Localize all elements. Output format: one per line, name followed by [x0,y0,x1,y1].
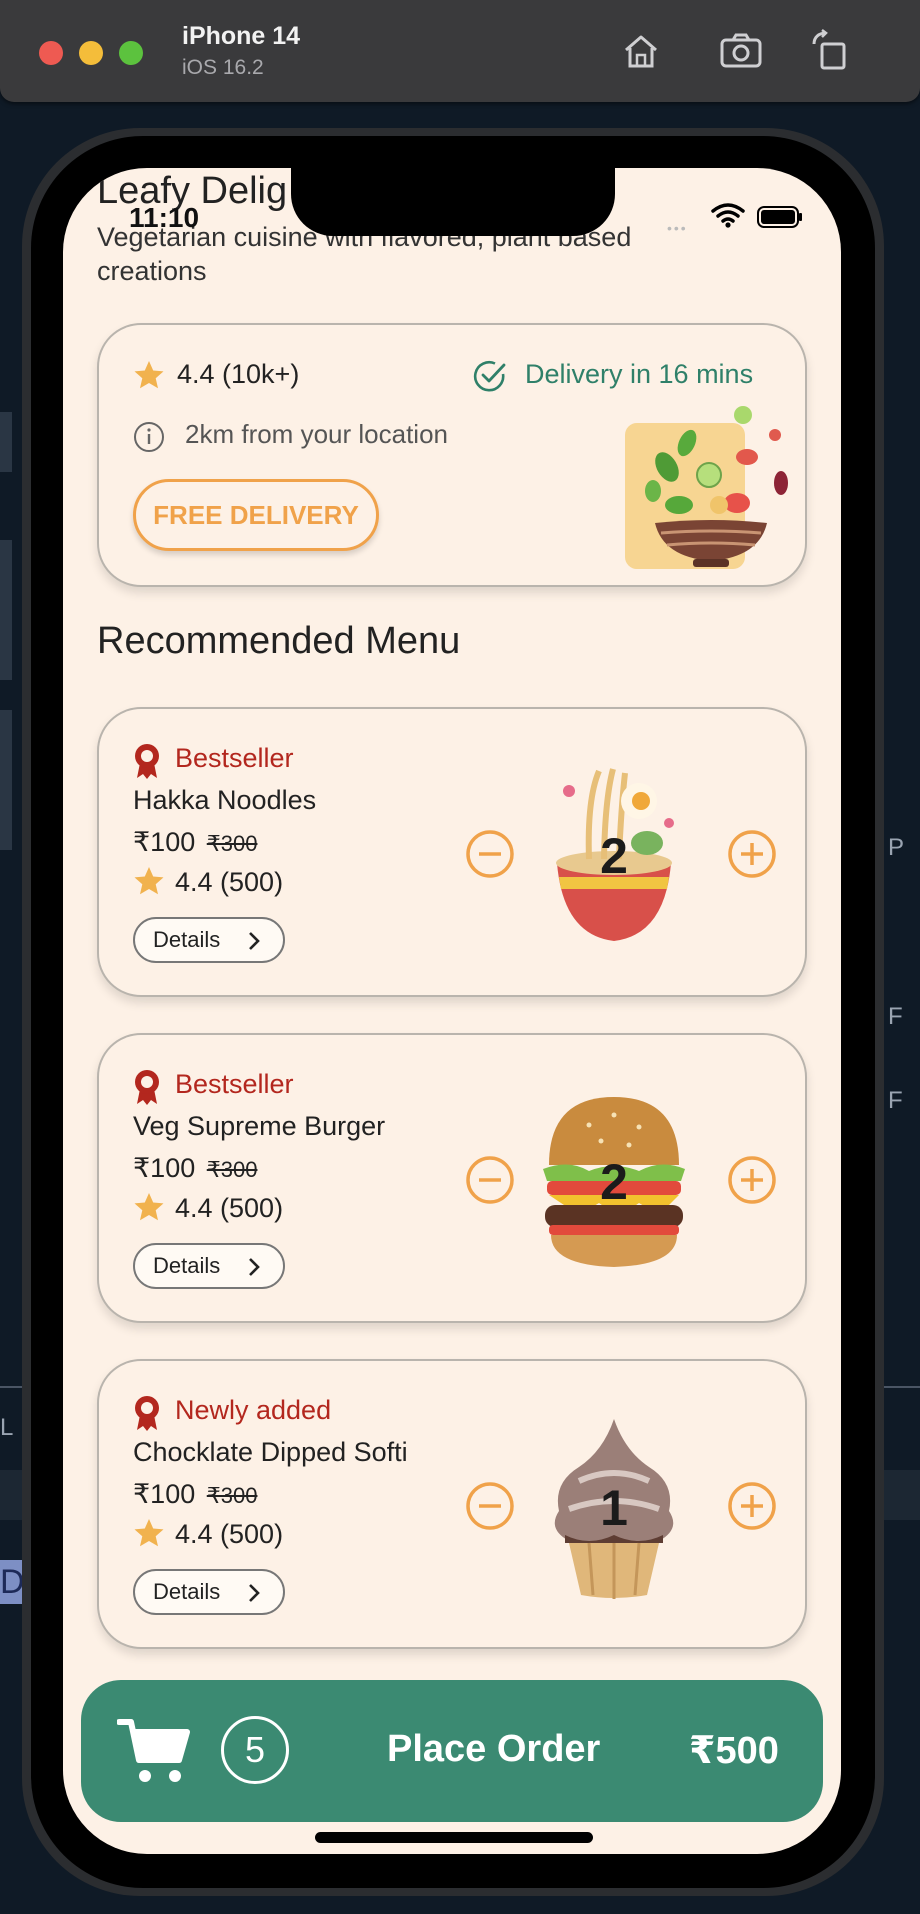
minimize-window-button[interactable] [79,41,103,65]
os-version: iOS 16.2 [182,56,264,79]
background-panel-edge [0,710,12,850]
menu-item-card: Bestseller Hakka Noodles ₹100 ₹300 4.4 (… [97,707,807,997]
item-rating: 4.4 (500) [175,1519,284,1549]
item-badge: Newly added [175,1395,332,1425]
home-indicator[interactable] [315,1832,593,1843]
menu-item-card: Newly added Chocklate Dipped Softi ₹100 … [97,1359,807,1649]
distance-text: 2km from your location [185,419,448,449]
item-rating: 4.4 (500) [175,867,284,897]
chevron-right-icon [249,1584,260,1602]
item-price-row: ₹100 ₹300 [133,1479,257,1510]
background-text: L [0,1414,14,1441]
details-button[interactable]: Details [133,1569,285,1615]
chevron-right-icon [249,932,260,950]
info-icon [134,422,164,452]
cart-count-badge: 5 [221,1716,289,1784]
background-row [0,1470,22,1520]
item-name: Veg Supreme Burger [133,1111,386,1141]
background-text: D [0,1560,22,1604]
details-button[interactable]: Details [133,1243,285,1289]
star-icon [134,1193,164,1221]
item-old-price: ₹300 [206,1157,258,1182]
award-ribbon-icon [135,744,159,779]
item-old-price: ₹300 [206,831,258,856]
award-ribbon-icon [135,1396,159,1431]
item-badge: Bestseller [175,743,294,773]
item-name: Chocklate Dipped Softi [133,1437,408,1467]
salad-bowl-image [625,406,788,569]
close-window-button[interactable] [39,41,63,65]
item-quantity: 2 [600,828,628,884]
decrease-quantity-button[interactable] [465,829,515,879]
decrease-quantity-button[interactable] [465,1155,515,1205]
award-ribbon-icon [135,1070,159,1105]
item-price: ₹100 [133,1153,196,1183]
increase-quantity-button[interactable] [727,829,777,879]
item-name: Hakka Noodles [133,785,317,815]
item-rating: 4.4 (500) [175,1193,284,1223]
background-text: F [888,1003,903,1030]
item-old-price: ₹300 [206,1483,258,1508]
place-order-label: Place Order [387,1728,601,1770]
restaurant-rating: 4.4 (10k+) [177,359,300,389]
item-price-row: ₹100 ₹300 [133,827,257,858]
status-time: 11:10 [129,202,200,233]
increase-quantity-button[interactable] [727,1155,777,1205]
app-screen: 11:10 ••• Leafy Delig Vegetarian cuisine… [63,168,841,1854]
simulator-title-bar: iPhone 14 iOS 16.2 [0,0,920,102]
item-quantity: 1 [600,1480,628,1536]
item-badge: Bestseller [175,1069,294,1099]
background-divider [0,1386,22,1388]
item-quantity: 2 [600,1154,628,1210]
chevron-right-icon [249,1258,260,1276]
decrease-quantity-button[interactable] [465,1481,515,1531]
item-price-row: ₹100 ₹300 [133,1153,257,1184]
details-label: Details [153,1253,221,1278]
details-label: Details [153,1579,221,1604]
delivery-time: Delivery in 16 mins [525,359,754,389]
background-text: F [888,1087,903,1114]
item-price: ₹100 [133,827,196,857]
place-order-bar[interactable]: 5 Place Order ₹500 [81,1680,823,1822]
details-label: Details [153,927,221,952]
star-icon [134,867,164,895]
check-circle-icon [473,360,506,392]
background-panel-edge [0,412,12,472]
dynamic-notch [291,168,615,236]
section-title: Recommended Menu [97,620,461,662]
details-button[interactable]: Details [133,917,285,963]
zoom-window-button[interactable] [119,41,143,65]
star-icon [134,1519,164,1547]
background-row [884,1470,920,1520]
status-dots: ••• [667,220,688,236]
menu-item-card: Bestseller Veg Supreme Burger ₹100 ₹300 … [97,1033,807,1323]
background-text: P [888,834,905,861]
star-icon [134,361,164,389]
background-panel-edge [0,540,12,680]
screenshot-icon[interactable] [718,28,764,74]
battery-icon [757,206,802,228]
order-total: ₹500 [689,1730,779,1772]
increase-quantity-button[interactable] [727,1481,777,1531]
free-delivery-button[interactable]: FREE DELIVERY [133,479,379,551]
restaurant-info-card: 4.4 (10k+) Delivery in 16 mins 2km from … [97,323,807,587]
device-name: iPhone 14 [182,22,301,50]
background-divider [884,1386,920,1388]
item-price: ₹100 [133,1479,196,1509]
wifi-icon [711,203,745,228]
rotate-icon[interactable] [808,28,854,74]
home-icon[interactable] [618,28,664,74]
cart-icon [117,1719,190,1782]
